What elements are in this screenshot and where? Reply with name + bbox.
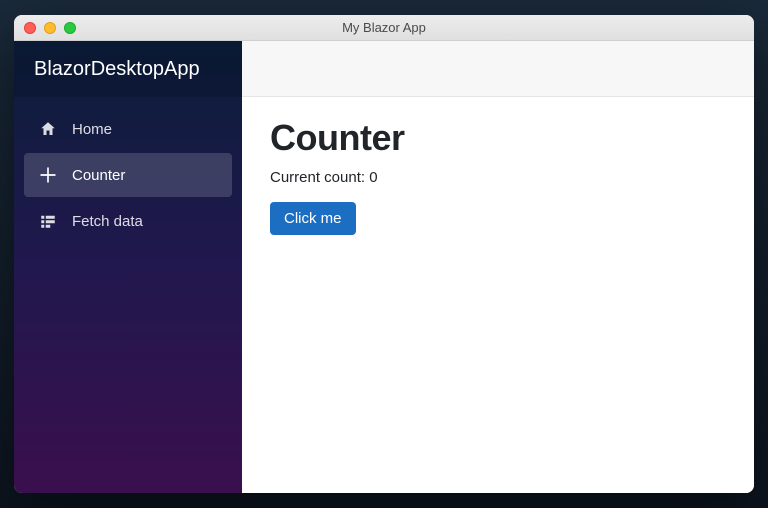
- app-window: My Blazor App BlazorDesktopApp Home Coun…: [14, 15, 754, 493]
- list-icon: [38, 211, 58, 231]
- sidebar: BlazorDesktopApp Home Counter: [14, 41, 242, 493]
- count-label: Current count:: [270, 169, 369, 186]
- page-heading: Counter: [270, 117, 726, 159]
- home-icon: [38, 119, 58, 139]
- app-brand[interactable]: BlazorDesktopApp: [14, 41, 242, 97]
- content-area: Counter Current count: 0 Click me: [242, 41, 754, 493]
- sidebar-item-label: Home: [72, 121, 112, 138]
- top-row: [242, 41, 754, 97]
- minimize-icon[interactable]: [44, 22, 56, 34]
- fullscreen-icon[interactable]: [64, 22, 76, 34]
- sidebar-item-label: Fetch data: [72, 213, 143, 230]
- nav-menu: Home Counter F: [14, 97, 242, 253]
- titlebar: My Blazor App: [14, 15, 754, 41]
- plus-icon: [38, 165, 58, 185]
- sidebar-item-label: Counter: [72, 167, 125, 184]
- window-title: My Blazor App: [24, 20, 744, 35]
- count-value: 0: [369, 169, 377, 186]
- click-me-button[interactable]: Click me: [270, 202, 356, 235]
- sidebar-item-counter[interactable]: Counter: [24, 153, 232, 197]
- page-content: Counter Current count: 0 Click me: [242, 97, 754, 255]
- close-icon[interactable]: [24, 22, 36, 34]
- traffic-lights: [24, 22, 76, 34]
- app-body: BlazorDesktopApp Home Counter: [14, 41, 754, 493]
- sidebar-item-home[interactable]: Home: [24, 107, 232, 151]
- count-line: Current count: 0: [270, 169, 726, 186]
- sidebar-item-fetch-data[interactable]: Fetch data: [24, 199, 232, 243]
